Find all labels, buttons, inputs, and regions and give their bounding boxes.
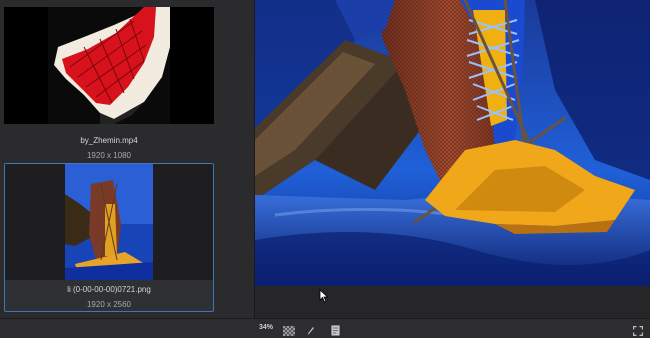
preview-empty-area [255, 286, 650, 318]
pencil-icon[interactable] [307, 323, 315, 338]
media-dimensions: 1920 x 1080 [86, 151, 132, 160]
notes-icon[interactable] [331, 323, 340, 338]
media-browser: by_Zhemin.mp4 1920 x 1080 li (0-00-00-00… [0, 0, 254, 318]
media-dimensions: 1920 x 2560 [86, 300, 132, 309]
media-item-image-selected[interactable]: li (0-00-00-00)0721.png 1920 x 2560 [4, 163, 214, 312]
media-filename: by_Zhemin.mp4 [80, 136, 138, 145]
fullscreen-icon[interactable] [633, 323, 643, 338]
video-thumbnail [4, 7, 214, 124]
media-filename: li (0-00-00-00)0721.png [67, 285, 151, 294]
status-bar: 34% [0, 318, 650, 338]
zoom-level[interactable]: 34% [259, 324, 273, 331]
mouse-cursor-icon [319, 289, 329, 303]
image-preview[interactable] [255, 0, 650, 286]
image-thumbnail [5, 164, 213, 280]
media-item-video[interactable]: by_Zhemin.mp4 1920 x 1080 [4, 7, 214, 160]
checkerboard-icon[interactable] [283, 323, 295, 338]
